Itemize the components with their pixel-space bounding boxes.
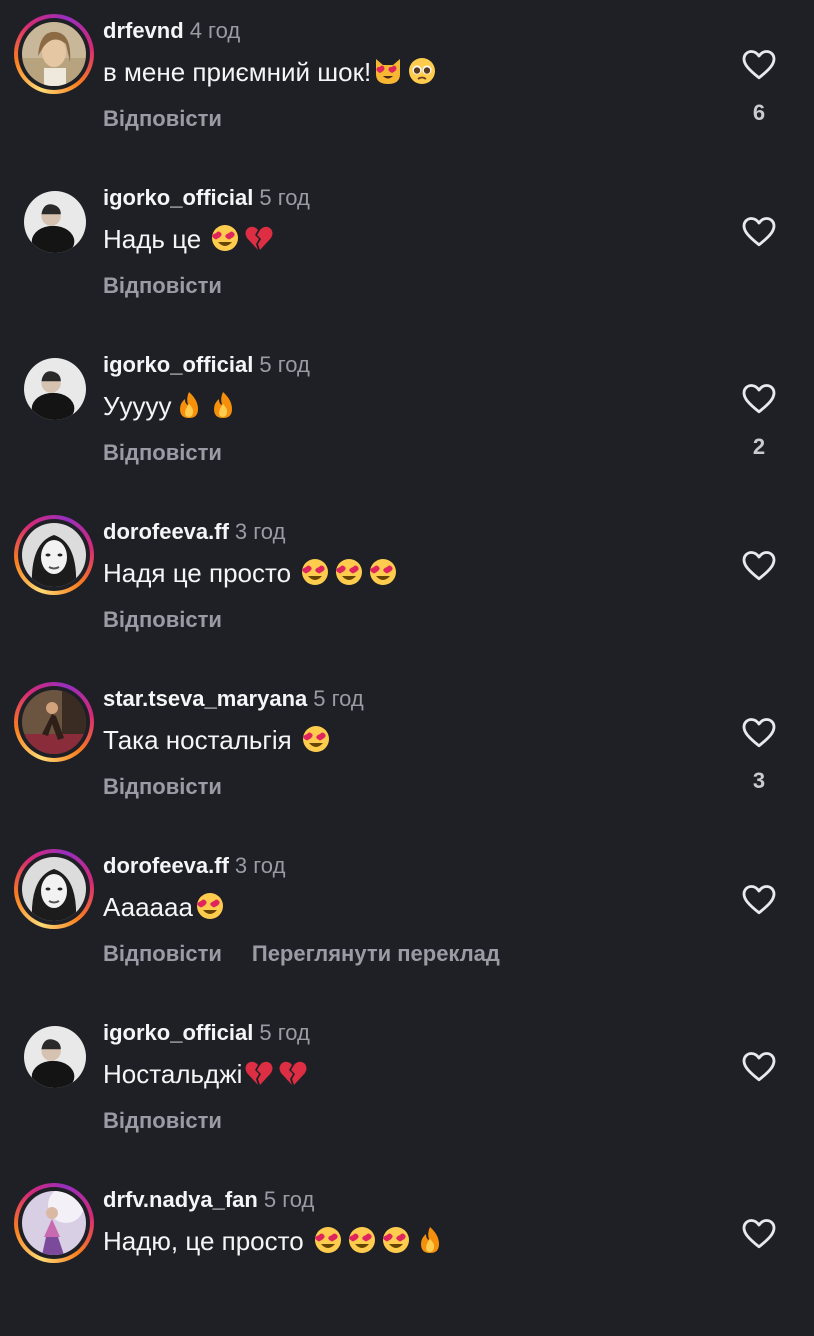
heart-eyes-emoji xyxy=(347,1225,377,1255)
heart-icon xyxy=(742,217,776,247)
avatar xyxy=(22,1191,86,1255)
heart-icon xyxy=(742,1052,776,1082)
broken-heart-emoji xyxy=(278,1058,308,1088)
avatar-wrapper[interactable] xyxy=(14,1016,94,1096)
smiling-cat-heart-eyes-emoji xyxy=(373,56,403,86)
like-button[interactable] xyxy=(740,882,778,918)
heart-icon xyxy=(742,50,776,80)
avatar xyxy=(24,1026,86,1088)
like-button[interactable] xyxy=(740,548,778,584)
pleading-face-emoji xyxy=(407,56,437,86)
fire-emoji xyxy=(208,390,238,420)
reply-button[interactable]: Відповісти xyxy=(103,774,222,799)
like-count: 6 xyxy=(752,100,766,125)
like-button[interactable] xyxy=(740,47,778,83)
username[interactable]: drfv.nadya_fan xyxy=(103,1187,258,1212)
reply-button[interactable]: Відповісти xyxy=(103,941,222,966)
heart-eyes-emoji xyxy=(300,557,330,587)
heart-icon xyxy=(742,1219,776,1249)
timestamp: 3 год xyxy=(234,853,286,878)
like-button[interactable] xyxy=(740,1049,778,1085)
heart-eyes-emoji xyxy=(381,1225,411,1255)
comment-text: в мене приємний шок! xyxy=(103,56,439,88)
username[interactable]: drfevnd xyxy=(103,18,184,43)
avatar xyxy=(24,358,86,420)
like-count: 2 xyxy=(752,434,766,459)
reply-button[interactable]: Відповісти xyxy=(103,607,222,632)
like-button[interactable] xyxy=(740,715,778,751)
comment-text: Аааааа xyxy=(103,891,227,923)
avatar-story-ring[interactable] xyxy=(14,1183,94,1263)
comment-text: Надю, це просто xyxy=(103,1225,447,1257)
comment-text: Така ностальгія xyxy=(103,724,333,756)
like-button[interactable] xyxy=(740,214,778,250)
comment-item: igorko_official 5 год Ностальджі Відповіс… xyxy=(0,1002,814,1169)
username[interactable]: igorko_official xyxy=(103,352,253,377)
heart-eyes-emoji xyxy=(313,1225,343,1255)
avatar-story-ring[interactable] xyxy=(14,682,94,762)
comment-item: igorko_official 5 год Надь це Відповісти xyxy=(0,167,814,334)
heart-eyes-emoji xyxy=(195,891,225,921)
avatar-wrapper[interactable] xyxy=(14,348,94,428)
avatar-story-ring[interactable] xyxy=(14,515,94,595)
username[interactable]: star.tseva_maryana xyxy=(103,686,307,711)
comment-item: dorofeeva.ff 3 год Надя це просто Відпові… xyxy=(0,501,814,668)
like-button[interactable] xyxy=(740,1216,778,1252)
timestamp: 4 год xyxy=(189,18,241,43)
heart-icon xyxy=(742,384,776,414)
avatar-wrapper[interactable] xyxy=(14,181,94,261)
timestamp: 3 год xyxy=(234,519,286,544)
heart-icon xyxy=(742,551,776,581)
comment-text: Надь це xyxy=(103,223,276,255)
heart-eyes-emoji xyxy=(368,557,398,587)
comment-text: Надя це просто xyxy=(103,557,400,589)
see-translation-button[interactable]: Переглянути переклад xyxy=(252,941,500,966)
timestamp: 5 год xyxy=(263,1187,315,1212)
avatar-story-ring[interactable] xyxy=(14,14,94,94)
comment-item: dorofeeva.ff 3 год Аааааа Відповісти Перег… xyxy=(0,835,814,1002)
username[interactable]: igorko_official xyxy=(103,1020,253,1045)
timestamp: 5 год xyxy=(259,1020,310,1045)
username[interactable]: dorofeeva.ff xyxy=(103,519,229,544)
avatar xyxy=(22,22,86,86)
reply-button[interactable]: Відповісти xyxy=(103,106,222,131)
timestamp: 5 год xyxy=(259,352,310,377)
fire-emoji xyxy=(174,390,204,420)
reply-button[interactable]: Відповісти xyxy=(103,440,222,465)
avatar xyxy=(22,523,86,587)
avatar xyxy=(22,690,86,754)
heart-eyes-emoji xyxy=(334,557,364,587)
broken-heart-emoji xyxy=(244,223,274,253)
timestamp: 5 год xyxy=(313,686,364,711)
username[interactable]: dorofeeva.ff xyxy=(103,853,229,878)
timestamp: 5 год xyxy=(259,185,310,210)
comment-text: Ностальджі xyxy=(103,1058,310,1090)
avatar xyxy=(22,857,86,921)
heart-eyes-emoji xyxy=(210,223,240,253)
heart-icon xyxy=(742,885,776,915)
comment-item: drfevnd 4 год в мене приємний шок! Відпов… xyxy=(0,0,814,167)
fire-emoji xyxy=(415,1225,445,1255)
comment-item: drfv.nadya_fan 5 год Надю, це просто xyxy=(0,1169,814,1336)
comment-text: Ууууу xyxy=(103,390,240,422)
heart-icon xyxy=(742,718,776,748)
comment-item: star.tseva_maryana 5 год Така ностальгія … xyxy=(0,668,814,835)
heart-eyes-emoji xyxy=(301,724,331,754)
comment-item: igorko_official 5 год Ууууу Відповісти 2 xyxy=(0,334,814,501)
broken-heart-emoji xyxy=(244,1058,274,1088)
avatar xyxy=(24,191,86,253)
avatar-story-ring[interactable] xyxy=(14,849,94,929)
reply-button[interactable]: Відповісти xyxy=(103,273,222,298)
reply-button[interactable]: Відповісти xyxy=(103,1108,222,1133)
username[interactable]: igorko_official xyxy=(103,185,253,210)
like-count: 3 xyxy=(752,768,766,793)
like-button[interactable] xyxy=(740,381,778,417)
